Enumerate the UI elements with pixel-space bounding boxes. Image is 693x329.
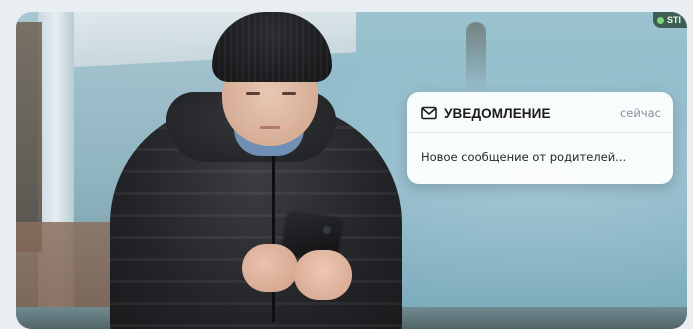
notification-header: УВЕДОМЛЕНИЕ сейчас [421,102,661,124]
watermark-logo-icon [656,16,664,24]
boy-eye-right [282,92,296,95]
boy-mouth [260,126,280,129]
jacket-zipper [272,152,275,322]
notification-card[interactable]: УВЕДОМЛЕНИЕ сейчас Новое сообщение от ро… [407,92,673,184]
envelope-icon [421,106,437,120]
boy-hat [212,12,332,82]
boy-hand-left [242,244,298,292]
watermark-label: STI [666,15,681,25]
notification-time: сейчас [619,106,661,120]
notification-divider [407,132,673,133]
boy-hand-right [294,250,352,300]
notification-title: УВЕДОМЛЕНИЕ [444,105,551,121]
boy-eye-left [246,92,260,95]
video-frame: УВЕДОМЛЕНИЕ сейчас Новое сообщение от ро… [16,12,687,329]
channel-watermark: STI [652,12,687,28]
notification-message: Новое сообщение от родителей... [421,150,627,164]
